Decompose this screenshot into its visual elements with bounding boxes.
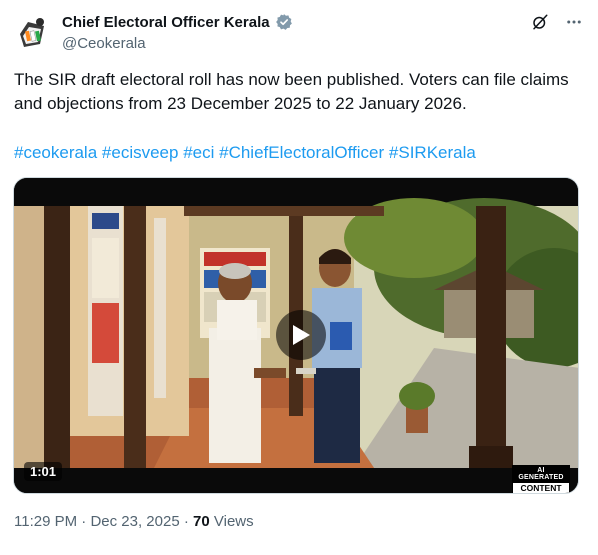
views-label: Views <box>213 513 254 530</box>
ai-generated-badge: AI GENERATED CONTENT <box>512 465 570 493</box>
video-player[interactable]: 1:01 AI GENERATED CONTENT <box>13 177 579 494</box>
header-actions <box>530 12 584 32</box>
hashtag-sirkerala[interactable]: #SIRKerala <box>389 143 476 162</box>
tweet-time[interactable]: 11:29 PM <box>14 513 77 530</box>
play-button[interactable] <box>276 310 326 360</box>
tweet: Chief Electoral Officer Kerala @Ceokeral… <box>0 0 598 555</box>
tweet-date[interactable]: Dec 23, 2025 <box>90 513 179 530</box>
meta-separator: · <box>81 513 87 530</box>
tweet-text: The SIR draft electoral roll has now bee… <box>14 70 569 113</box>
hashtag-ecisveep[interactable]: #ecisveep <box>102 143 179 162</box>
play-icon <box>293 325 310 345</box>
hashtag-eci[interactable]: #eci <box>183 143 214 162</box>
meta-separator-2: · <box>183 513 189 530</box>
ai-badge-bottom-label: CONTENT <box>512 482 570 493</box>
author-name[interactable]: Chief Electoral Officer Kerala <box>62 14 270 31</box>
hashtag-ceokerala[interactable]: #ceokerala <box>14 143 97 162</box>
ai-badge-top-label: AI GENERATED <box>512 465 570 482</box>
views-count: 70 <box>193 513 210 530</box>
hashtags: #ceokerala #ecisveep #eci #ChiefElectora… <box>14 141 584 165</box>
more-dots-icon[interactable] <box>564 12 584 32</box>
author-name-row[interactable]: Chief Electoral Officer Kerala <box>62 13 293 31</box>
grok-icon[interactable] <box>530 12 550 32</box>
avatar[interactable] <box>14 14 50 52</box>
author-handle[interactable]: @Ceokerala <box>62 35 146 52</box>
video-duration: 1:01 <box>24 462 63 481</box>
verified-badge-icon <box>275 14 292 30</box>
hashtag-chiefelectoralofficer[interactable]: #ChiefElectoralOfficer <box>219 143 384 162</box>
tweet-meta: 11:29 PM · Dec 23, 2025 · 70 Views <box>14 513 254 530</box>
